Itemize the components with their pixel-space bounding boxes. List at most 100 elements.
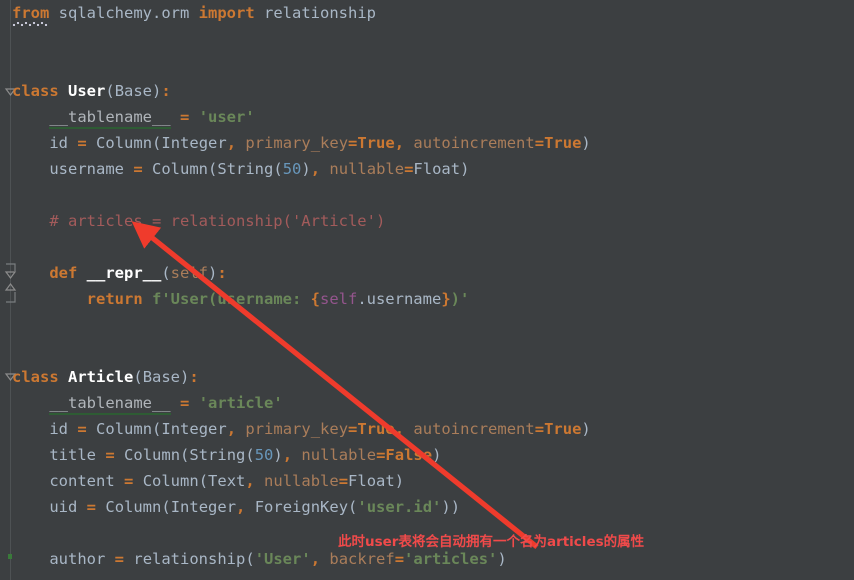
code-token: ( [198,472,209,490]
code-token: return [86,290,143,308]
code-token: Float [413,160,461,178]
code-token: = [105,446,115,464]
code-line[interactable]: class User(Base): [0,78,854,104]
code-token: backref [329,550,395,568]
code-line[interactable] [0,234,854,260]
code-token: , [226,134,237,152]
code-token: self [319,290,358,308]
code-line[interactable]: author = relationship('User', backref='a… [0,546,854,572]
code-line[interactable]: __tablename__ = 'article' [0,390,854,416]
code-line[interactable]: content = Column(Text, nullable=Float) [0,468,854,494]
code-token: ) [581,420,591,438]
code-token: __repr__ [86,264,162,282]
code-token: , [226,420,237,438]
code-token: ) [432,446,442,464]
code-line[interactable]: # articles = relationship('Article') [0,208,854,234]
code-token: = [534,420,545,438]
code-token: ( [161,498,171,516]
code-line[interactable]: class Article(Base): [0,364,854,390]
code-token: = [338,472,349,490]
code-line[interactable] [0,520,854,546]
code-token: self [170,264,208,282]
code-token: id [49,134,68,152]
code-token: True [357,420,395,438]
code-token: Column [142,472,199,490]
code-token: Text [208,472,246,490]
code-token: = [86,498,97,516]
code-line[interactable] [0,52,854,78]
code-line[interactable]: id = Column(Integer, primary_key=True, a… [0,416,854,442]
code-line[interactable]: return f'User(username: {self.username})… [0,286,854,312]
code-token: nullable [301,446,377,464]
code-token: , [282,446,293,464]
code-token: , [245,472,255,490]
code-line[interactable]: uid = Column(Integer, ForeignKey('user.i… [0,494,854,520]
code-token: ( [273,160,283,178]
code-token: relationship [133,550,246,568]
code-token: Column [152,160,209,178]
code-token: 'articles' [404,550,498,568]
code-line[interactable] [0,182,854,208]
code-token: 'User' [254,550,311,568]
code-token: ) [394,472,405,490]
code-editor[interactable]: from sqlalchemy.orm import relationship … [0,0,854,580]
code-line[interactable]: def __repr__(self): [0,260,854,286]
code-token: )' [450,290,470,308]
code-line[interactable]: username = Column(String(50), nullable=F… [0,156,854,182]
code-token: , [394,420,405,438]
code-token: Float [348,472,395,490]
code-line[interactable] [0,338,854,364]
code-token: import [198,4,255,22]
code-content[interactable]: from sqlalchemy.orm import relationship … [0,0,854,572]
code-token: ) [301,160,311,178]
code-token: relationship [264,4,376,22]
code-token: id [49,420,68,438]
code-line[interactable]: id = Column(Integer, primary_key=True, a… [0,130,854,156]
code-line[interactable] [0,312,854,338]
code-token: title [49,446,96,464]
code-token: class [12,368,59,386]
code-token: Column [105,498,162,516]
code-token: = [180,108,190,126]
code-token: ) [180,368,190,386]
code-token: Column [96,134,153,152]
code-token: = [348,420,358,438]
code-token: ) [152,82,162,100]
code-token: 'user.id' [357,498,442,516]
code-token: nullable [264,472,339,490]
code-line[interactable]: __tablename__ = 'user' [0,104,854,130]
code-token: = [124,472,134,490]
code-token: uid [49,498,78,516]
code-token: False [385,446,433,464]
code-line[interactable]: from sqlalchemy.orm import relationship [0,0,854,26]
code-line[interactable]: title = Column(String(50), nullable=Fals… [0,442,854,468]
code-token: ( [208,160,218,178]
code-token: f'User(username: [152,290,311,308]
code-token: String [217,160,274,178]
code-line[interactable] [0,26,854,52]
